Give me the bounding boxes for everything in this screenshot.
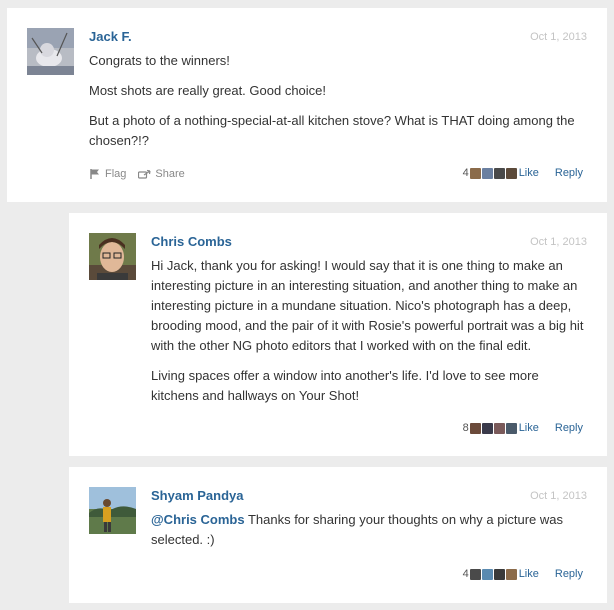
comment-paragraph: Hi Jack, thank you for asking! I would s…: [151, 258, 584, 353]
comment-paragraph: Congrats to the winners!: [89, 53, 230, 68]
avatar[interactable]: [89, 233, 136, 280]
like-count: 4: [462, 167, 469, 179]
reply-button[interactable]: Reply: [555, 167, 583, 179]
liker-avatar[interactable]: [493, 568, 505, 580]
liker-avatar[interactable]: [493, 422, 505, 434]
comment-paragraph: Most shots are really great. Good choice…: [89, 83, 327, 98]
author-name[interactable]: Jack F.: [89, 29, 132, 44]
liker-avatar[interactable]: [469, 568, 481, 580]
share-button[interactable]: Share: [138, 168, 185, 180]
comment-paragraph: Living spaces offer a window into anothe…: [151, 368, 539, 403]
like-bar: 8 Like Reply: [463, 422, 583, 434]
comment-paragraph: But a photo of a nothing-special-at-all …: [89, 113, 575, 148]
comment-date: Oct 1, 2013: [530, 490, 587, 502]
reply-card: Shyam Pandya Oct 1, 2013 @Chris Combs Th…: [69, 467, 607, 603]
comment-date: Oct 1, 2013: [530, 31, 587, 43]
comment-body: Congrats to the winners! Most shots are …: [89, 51, 587, 161]
author-name[interactable]: Chris Combs: [151, 234, 232, 249]
liker-avatar[interactable]: [469, 422, 481, 434]
user-mention[interactable]: @Chris Combs: [151, 512, 245, 527]
avatar[interactable]: [27, 28, 74, 75]
comment-body: @Chris Combs Thanks for sharing your tho…: [151, 510, 587, 560]
liker-avatar[interactable]: [505, 167, 517, 179]
avatar[interactable]: [89, 487, 136, 534]
share-icon: [138, 169, 151, 179]
comment-date: Oct 1, 2013: [530, 236, 587, 248]
like-bar: 4 Like Reply: [463, 167, 583, 179]
like-count: 8: [462, 422, 469, 434]
comment-actions: Flag Share: [89, 168, 197, 180]
liker-avatar[interactable]: [469, 167, 481, 179]
liker-avatar[interactable]: [481, 568, 493, 580]
liker-avatar[interactable]: [481, 167, 493, 179]
flag-icon: [90, 169, 99, 179]
comment-card: Jack F. Oct 1, 2013 Congrats to the winn…: [7, 8, 607, 202]
like-button[interactable]: Like: [519, 422, 539, 434]
liker-avatar[interactable]: [505, 568, 517, 580]
reply-button[interactable]: Reply: [555, 568, 583, 580]
reply-card: Chris Combs Oct 1, 2013 Hi Jack, thank y…: [69, 213, 607, 456]
like-button[interactable]: Like: [519, 568, 539, 580]
reply-button[interactable]: Reply: [555, 422, 583, 434]
share-label: Share: [155, 168, 185, 180]
comment-paragraph: @Chris Combs Thanks for sharing your tho…: [151, 510, 587, 550]
author-name[interactable]: Shyam Pandya: [151, 488, 244, 503]
flag-button[interactable]: Flag: [89, 168, 126, 180]
like-count: 4: [462, 568, 469, 580]
like-bar: 4 Like Reply: [463, 568, 583, 580]
liker-avatar[interactable]: [493, 167, 505, 179]
flag-label: Flag: [105, 168, 127, 180]
like-button[interactable]: Like: [519, 167, 539, 179]
liker-avatar[interactable]: [505, 422, 517, 434]
liker-avatar[interactable]: [481, 422, 493, 434]
comment-body: Hi Jack, thank you for asking! I would s…: [151, 256, 587, 416]
